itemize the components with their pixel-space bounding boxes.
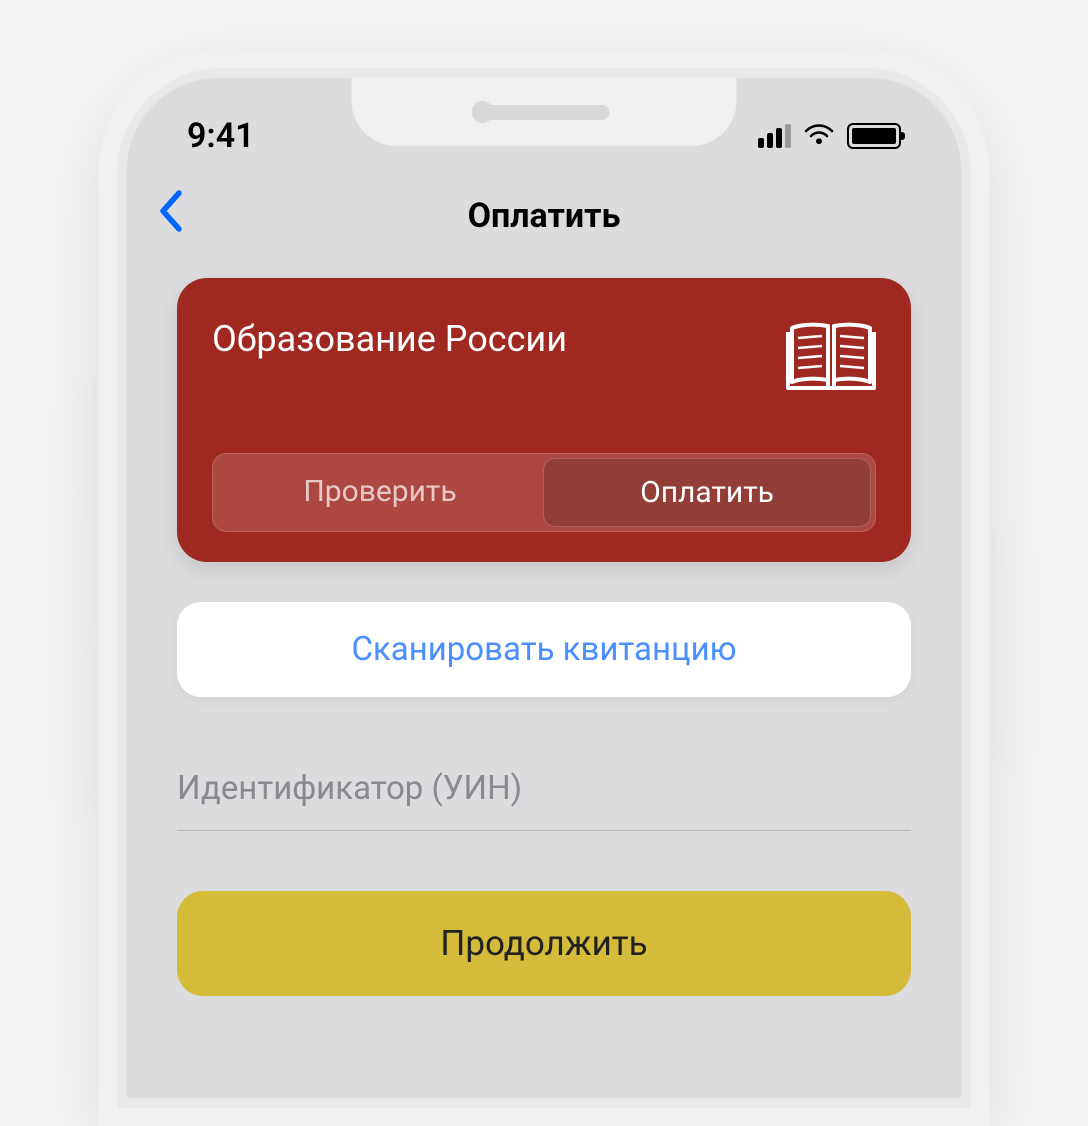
service-card: Образование России xyxy=(177,278,911,562)
segment-check[interactable]: Проверить xyxy=(217,458,543,527)
phone-frame: 9:41 xyxy=(99,50,989,1112)
identifier-input[interactable] xyxy=(177,757,911,831)
book-icon xyxy=(786,318,876,393)
page-title: Оплатить xyxy=(468,196,621,236)
scan-receipt-button[interactable]: Сканировать квитанцию xyxy=(177,602,911,697)
status-time: 9:41 xyxy=(187,116,255,156)
card-title: Образование России xyxy=(212,318,567,360)
content: Образование России xyxy=(127,258,961,1016)
phone-side-button xyxy=(989,530,995,730)
continue-button[interactable]: Продолжить xyxy=(177,891,911,996)
phone-notch xyxy=(352,78,737,146)
segment-pay[interactable]: Оплатить xyxy=(543,458,871,527)
cellular-signal-icon xyxy=(758,124,791,148)
segmented-control: Проверить Оплатить xyxy=(212,453,876,532)
continue-button-label: Продолжить xyxy=(440,923,647,964)
status-icons xyxy=(758,123,901,149)
notch-camera xyxy=(472,101,494,123)
wifi-icon xyxy=(803,124,835,148)
scan-button-label: Сканировать квитанцию xyxy=(351,630,736,669)
back-button[interactable] xyxy=(157,189,183,242)
battery-icon xyxy=(847,123,901,149)
notch-speaker xyxy=(479,105,609,120)
nav-bar: Оплатить xyxy=(127,173,961,258)
screen: 9:41 xyxy=(127,78,961,1098)
